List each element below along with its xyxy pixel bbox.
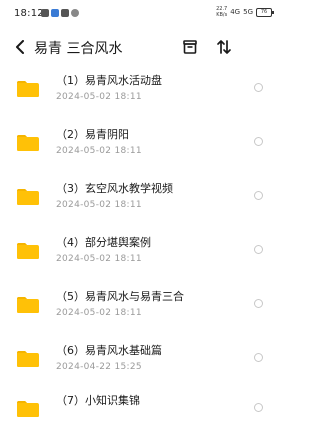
folder-icon: [17, 297, 39, 313]
file-date: 2024-05-02 18:11: [56, 254, 142, 264]
status-indicators: 22.7 KB/s 4G 5G 76: [216, 6, 274, 18]
select-radio[interactable]: [254, 353, 263, 362]
list-item[interactable]: （4）部分堪舆案例 2024-05-02 18:11: [0, 226, 280, 280]
file-name: （5）易青风水与易青三合: [56, 290, 184, 303]
list-item[interactable]: （7）小知识集锦: [0, 384, 280, 438]
folder-icon: [17, 189, 39, 205]
header-bar: 易青 三合风水: [0, 30, 280, 64]
notification-app-icon: [41, 9, 49, 17]
battery-icon: 76: [256, 7, 274, 17]
notification-message-icon: [61, 9, 69, 17]
notification-chat-icon: [71, 9, 79, 17]
folder-icon: [17, 135, 39, 151]
list-item[interactable]: （1）易青风水活动盘 2024-05-02 18:11: [0, 64, 280, 118]
select-radio[interactable]: [254, 299, 263, 308]
file-name: （2）易青阴阳: [56, 128, 129, 141]
file-name: （3）玄空风水教学视频: [56, 182, 173, 195]
file-name: （4）部分堪舆案例: [56, 236, 151, 249]
file-name: （1）易青风水活动盘: [56, 74, 162, 87]
folder-icon: [17, 401, 39, 417]
sort-arrows-icon: [217, 40, 231, 54]
list-item[interactable]: （5）易青风水与易青三合 2024-05-02 18:11: [0, 280, 280, 334]
signal-type: 5G: [243, 8, 253, 16]
file-date: 2024-05-02 18:11: [56, 146, 142, 156]
list-item[interactable]: （2）易青阴阳 2024-05-02 18:11: [0, 118, 280, 172]
sort-button[interactable]: [214, 37, 234, 57]
select-radio[interactable]: [254, 191, 263, 200]
file-date: 2024-04-22 15:25: [56, 362, 142, 372]
file-date: 2024-05-02 18:11: [56, 92, 142, 102]
archive-box-icon: [183, 40, 197, 54]
file-date: 2024-05-02 18:11: [56, 200, 142, 210]
select-radio[interactable]: [254, 83, 263, 92]
select-radio[interactable]: [254, 137, 263, 146]
file-date: 2024-05-02 18:11: [56, 308, 142, 318]
list-item[interactable]: （3）玄空风水教学视频 2024-05-02 18:11: [0, 172, 280, 226]
folder-icon: [17, 351, 39, 367]
file-name: （7）小知识集锦: [56, 394, 140, 407]
network-speed-unit: KB/s: [216, 12, 228, 18]
folder-icon: [17, 243, 39, 259]
select-radio[interactable]: [254, 403, 263, 412]
archive-button[interactable]: [180, 37, 200, 57]
list-item[interactable]: （6）易青风水基础篇 2024-04-22 15:25: [0, 334, 280, 388]
status-time: 18:12: [14, 8, 44, 19]
notification-icons: [41, 9, 79, 17]
select-radio[interactable]: [254, 245, 263, 254]
network-type: 4G: [230, 8, 241, 16]
page-title: 易青 三合风水: [34, 41, 123, 57]
status-bar: 18:12 22.7 KB/s 4G 5G 76: [0, 0, 280, 28]
folder-icon: [17, 81, 39, 97]
network-speed: 22.7 KB/s: [216, 6, 227, 18]
notification-image-icon: [51, 9, 59, 17]
back-button[interactable]: [12, 39, 28, 55]
chevron-left-icon: [16, 40, 24, 54]
file-name: （6）易青风水基础篇: [56, 344, 162, 357]
